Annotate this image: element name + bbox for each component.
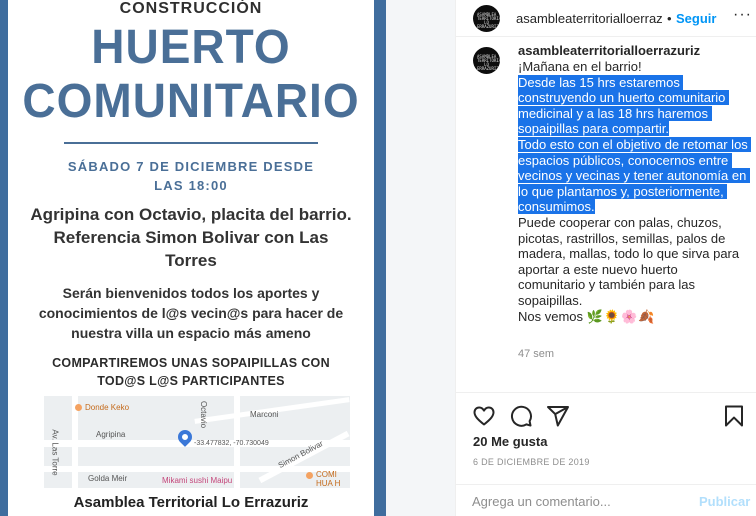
more-options-icon[interactable]: ··· (733, 6, 752, 24)
map-road (44, 466, 350, 472)
add-comment-bar: Publicar (456, 484, 756, 516)
map-label-mikami: Mikami sushi Maipu (162, 476, 233, 485)
image-margin (386, 0, 455, 516)
comment-bubble-icon[interactable] (509, 404, 533, 428)
caption-rest: Puede cooperar con palas, chuzos, picota… (518, 214, 740, 324)
map-label-marconi: Marconi (250, 410, 279, 419)
map-label-agripina: Agripina (96, 430, 126, 439)
header-username[interactable]: asambleaterritorialloerraz (516, 11, 663, 26)
avatar-logo-text: ASAMBLEA TERRITORIAL LO ERRAZURIZ (477, 12, 500, 29)
poster-divider (64, 142, 318, 144)
caption-text: ¡Mañana en el barrio! Desde las 15 hrs e… (518, 59, 752, 324)
caption-emojis: 🌿🌻🌸🍂 (586, 308, 656, 324)
poster-date: SÁBADO 7 DE DICIEMBRE DESDE LAS 18:00 (8, 157, 374, 195)
map-label-coords: -33.477832, -70.730049 (194, 440, 269, 447)
poster-share: COMPARTIREMOS UNAS SOPAIPILLAS CON TOD@S… (52, 356, 330, 388)
separator-dot: • (667, 11, 672, 26)
avatar-logo-text: ASAMBLEA TERRITORIAL LO ERRAZURIZ (477, 54, 500, 71)
map-poi-icon (75, 404, 82, 411)
poster-map: Donde Keko Octavio Marconi Agripina -33.… (44, 396, 350, 488)
map-label-golda: Golda Meir (88, 474, 128, 483)
post-date[interactable]: 6 DE DICIEMBRE DE 2019 (473, 457, 590, 467)
action-bar (456, 392, 756, 436)
map-label-hua: HUA H (316, 479, 341, 488)
avatar[interactable]: ASAMBLEA TERRITORIAL LO ERRAZURIZ (473, 5, 500, 32)
poster-kicker: CONSTRUCCIÓN (119, 0, 263, 17)
poster-place: Agripina con Octavio, placita del barrio… (30, 205, 352, 270)
map-poi-icon (306, 472, 313, 479)
map-label-octavio: Octavio (199, 400, 209, 429)
heart-icon[interactable] (472, 404, 496, 428)
caption-selected-text: Desde las 15 hrs estaremos construyendo … (518, 74, 752, 215)
poster-title-line1: HUERTO (91, 18, 291, 74)
poster-date-line1: SÁBADO 7 DE DICIEMBRE DESDE (67, 159, 315, 174)
caption-time: 47 sem (518, 348, 555, 360)
likes-count[interactable]: 20 Me gusta (473, 434, 547, 449)
poster-footer: Asamblea Territorial Lo Errazuriz (73, 494, 309, 511)
publish-button[interactable]: Publicar (699, 494, 750, 509)
poster-card: CONSTRUCCIÓN HUERTO COMUNITARIO SÁBADO 7… (8, 0, 374, 516)
likes-label: Me gusta (487, 434, 548, 449)
follow-button[interactable]: Seguir (676, 11, 716, 26)
map-label-torres: Av. Las Torre (50, 429, 60, 476)
paper-plane-icon[interactable] (546, 404, 570, 428)
caption-intro: ¡Mañana en el barrio! (518, 59, 642, 74)
poster-date-line2: LAS 18:00 (154, 178, 228, 193)
bookmark-icon[interactable] (722, 404, 746, 428)
post-image[interactable]: CONSTRUCCIÓN HUERTO COMUNITARIO SÁBADO 7… (0, 0, 455, 516)
poster-welcome: Serán bienvenidos todos los aportes y co… (38, 285, 344, 341)
caption-username[interactable]: asambleaterritorialloerrazuriz (518, 43, 700, 58)
post-sidebar: ASAMBLEA TERRITORIAL LO ERRAZURIZ asambl… (455, 0, 756, 516)
comment-input[interactable] (472, 491, 692, 511)
post-header: ASAMBLEA TERRITORIAL LO ERRAZURIZ asambl… (456, 0, 756, 37)
caption-area[interactable]: ASAMBLEA TERRITORIAL LO ERRAZURIZ asambl… (456, 37, 756, 392)
likes-number: 20 (473, 434, 488, 449)
map-label-donde-keko: Donde Keko (85, 403, 130, 412)
poster-title-line2: COMUNITARIO (22, 72, 360, 128)
map-label-comi: COMI (316, 470, 337, 479)
avatar[interactable]: ASAMBLEA TERRITORIAL LO ERRAZURIZ (473, 47, 500, 74)
